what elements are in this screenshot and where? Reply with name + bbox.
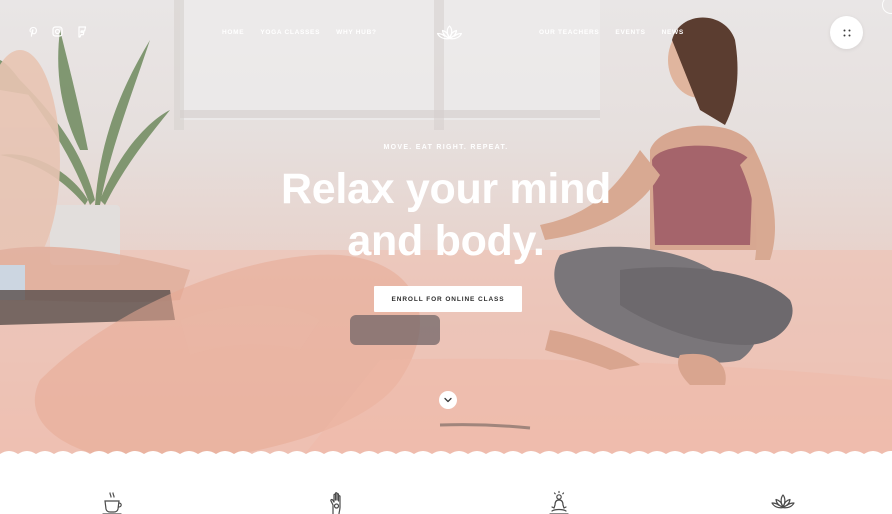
nav-link-home[interactable]: HOME — [222, 29, 244, 36]
hand-icon — [324, 490, 350, 514]
nav-link-our-teachers[interactable]: OUR TEACHERS — [539, 29, 599, 36]
hero-tagline: MOVE. EAT RIGHT. REPEAT. — [383, 144, 509, 151]
tea-cup-icon — [100, 490, 126, 514]
main-nav-right: OUR TEACHERS EVENTS NEWS — [539, 29, 684, 36]
pinterest-icon[interactable] — [27, 25, 40, 38]
instagram-icon[interactable] — [51, 25, 64, 38]
scroll-down-button[interactable] — [439, 391, 457, 409]
hero-headline: Relax your mind and body. — [0, 163, 892, 267]
nav-link-yoga-classes[interactable]: YOGA CLASSES — [260, 29, 320, 36]
chevron-down-icon — [444, 397, 452, 403]
main-nav-left: HOME YOGA CLASSES WHY HUB? — [222, 29, 377, 36]
menu-dots-icon — [843, 29, 850, 36]
nav-link-events[interactable]: EVENTS — [615, 29, 645, 36]
hero-headline-line2: and body. — [347, 217, 545, 265]
menu-button[interactable] — [830, 16, 863, 49]
wave-divider — [0, 451, 892, 464]
lotus-icon — [770, 490, 796, 514]
hero-headline-line1: Relax your mind — [280, 165, 612, 213]
meditation-icon — [546, 490, 572, 514]
foursquare-icon[interactable] — [75, 25, 88, 38]
lotus-logo-icon[interactable] — [436, 24, 463, 41]
nav-link-news[interactable]: NEWS — [662, 29, 684, 36]
nav-link-why-hub[interactable]: WHY HUB? — [336, 29, 377, 36]
social-links — [27, 25, 88, 38]
enroll-button[interactable]: ENROLL FOR ONLINE CLASS — [374, 286, 522, 312]
